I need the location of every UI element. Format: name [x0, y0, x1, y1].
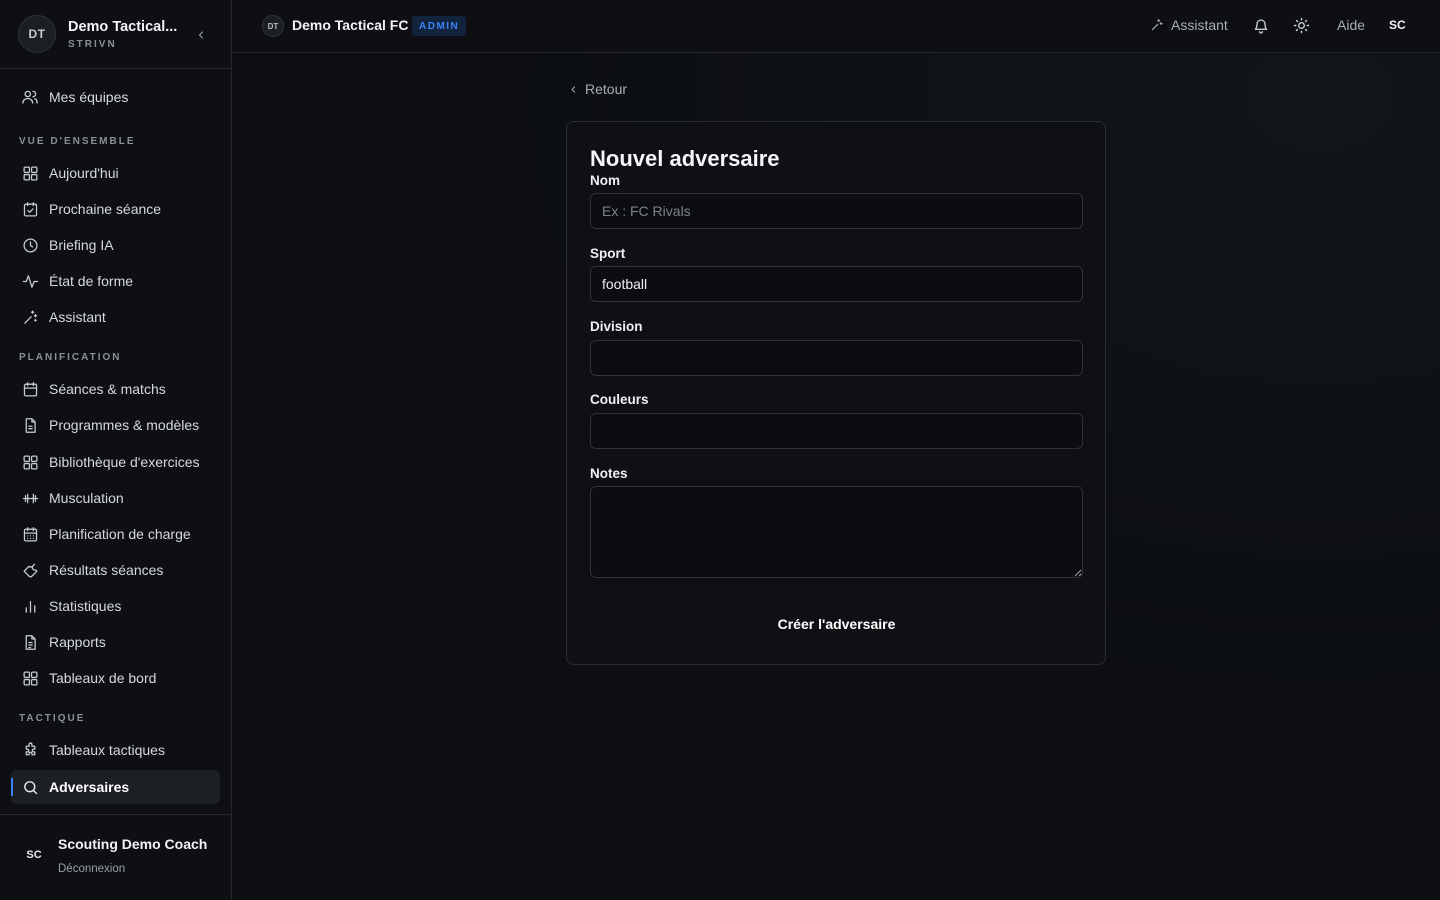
sidebar-item-rapports[interactable]: Rapports: [11, 625, 220, 659]
form-title: Nouvel adversaire: [590, 146, 780, 171]
colors-label: Couleurs: [590, 392, 649, 407]
sidebar-item-adversaires[interactable]: Adversaires: [11, 770, 220, 804]
sidebar-item-resultats-seances[interactable]: Résultats séances: [11, 553, 220, 587]
sidebar-item-label: Musculation: [49, 490, 124, 506]
user-avatar[interactable]: SC: [22, 845, 46, 865]
wrench-icon: [21, 561, 39, 579]
sidebar-item-label: Prochaine séance: [49, 201, 162, 217]
topbar: DT Demo Tactical FC ADMIN Assistant Aide…: [232, 0, 1440, 53]
sidebar-item-label: Bibliothèque d'exercices: [49, 454, 200, 470]
sidebar-item-musculation[interactable]: Musculation: [11, 481, 220, 515]
section-label-tactique: TACTIQUE: [19, 713, 86, 724]
sidebar-item-statistiques[interactable]: Statistiques: [11, 589, 220, 623]
sidebar-item-briefing-ia[interactable]: Briefing IA: [11, 228, 220, 262]
activity-icon: [21, 272, 39, 290]
calendar-icon: [21, 380, 39, 398]
team-avatar: DT: [262, 15, 284, 37]
puzzle-icon: [21, 741, 39, 759]
calendar-check-icon: [21, 200, 39, 218]
sidebar: DT Demo Tactical... STRIVN Mes équipes V…: [0, 0, 232, 900]
division-label: Division: [590, 319, 643, 334]
notes-label: Notes: [590, 466, 628, 481]
sidebar-item-label: Adversaires: [49, 779, 130, 795]
user-menu[interactable]: SC: [1389, 18, 1406, 32]
calendar-grid-icon: [21, 525, 39, 543]
assistant-label: Assistant: [1171, 17, 1228, 33]
chevron-left-icon[interactable]: [193, 27, 209, 43]
sidebar-item-label: Résultats séances: [49, 562, 164, 578]
grid-icon: [21, 164, 39, 182]
logout-link[interactable]: Déconnexion: [58, 863, 125, 875]
org-subtitle: STRIVN: [68, 38, 117, 50]
users-icon: [21, 88, 39, 106]
name-input[interactable]: [590, 193, 1083, 229]
opponent-form-card: Nouvel adversaire Nom Sport Division Cou…: [566, 121, 1106, 665]
sidebar-item-mes-equipes[interactable]: Mes équipes: [11, 80, 220, 114]
org-name: Demo Tactical...: [68, 18, 178, 35]
sidebar-item-tableaux-tactiques[interactable]: Tableaux tactiques: [11, 733, 220, 767]
org-switcher[interactable]: DT Demo Tactical... STRIVN: [0, 0, 231, 69]
sidebar-item-label: Aujourd'hui: [49, 165, 119, 181]
division-input[interactable]: [590, 340, 1083, 376]
sparkles-icon: [1150, 18, 1164, 32]
sidebar-item-label: Tableaux de bord: [49, 670, 157, 686]
sidebar-item-label: Programmes & modèles: [49, 417, 200, 433]
sidebar-item-etat-de-forme[interactable]: État de forme: [11, 264, 220, 298]
sidebar-item-label: Planification de charge: [49, 526, 191, 542]
clock-icon: [21, 236, 39, 254]
main-content: Retour Nouvel adversaire Nom Sport Divis…: [232, 54, 1440, 900]
sidebar-item-label: Assistant: [49, 309, 106, 325]
sidebar-item-programmes-modeles[interactable]: Programmes & modèles: [11, 408, 220, 442]
notes-textarea[interactable]: [590, 486, 1083, 578]
user-footer: SC Scouting Demo Coach Déconnexion: [0, 814, 231, 900]
file-text-icon: [21, 633, 39, 651]
role-badge: ADMIN: [412, 16, 467, 36]
sidebar-item-label: Séances & matchs: [49, 381, 166, 397]
section-label-vue-ensemble: VUE D'ENSEMBLE: [19, 136, 136, 147]
user-name: Scouting Demo Coach: [58, 836, 208, 852]
colors-input[interactable]: [590, 413, 1083, 449]
assistant-button[interactable]: Assistant: [1150, 17, 1228, 33]
sidebar-item-bibliotheque-exercices[interactable]: Bibliothèque d'exercices: [11, 445, 220, 479]
sidebar-item-label: Rapports: [49, 634, 106, 650]
sidebar-item-label: Tableaux tactiques: [49, 742, 165, 758]
sidebar-item-prochaine-seance[interactable]: Prochaine séance: [11, 192, 220, 226]
sidebar-item-tableaux-de-bord[interactable]: Tableaux de bord: [11, 661, 220, 695]
sport-label: Sport: [590, 246, 626, 261]
sidebar-item-planification-charge[interactable]: Planification de charge: [11, 517, 220, 551]
help-link[interactable]: Aide: [1337, 17, 1365, 33]
section-label-planification: PLANIFICATION: [19, 352, 122, 363]
sidebar-item-label: Statistiques: [49, 598, 122, 614]
sidebar-item-label: Briefing IA: [49, 237, 114, 253]
sparkles-icon: [21, 308, 39, 326]
sidebar-item-label: Mes équipes: [49, 89, 129, 105]
sidebar-item-label: État de forme: [49, 273, 134, 289]
back-label: Retour: [585, 81, 628, 97]
org-avatar: DT: [18, 15, 56, 53]
sidebar-item-assistant[interactable]: Assistant: [11, 300, 220, 334]
dumbbell-icon: [21, 489, 39, 507]
file-icon: [21, 416, 39, 434]
bell-icon[interactable]: [1252, 17, 1270, 35]
name-label: Nom: [590, 173, 620, 188]
bar-chart-icon: [21, 597, 39, 615]
search-icon: [21, 778, 39, 796]
team-name[interactable]: Demo Tactical FC: [292, 17, 408, 33]
create-opponent-button[interactable]: Créer l'adversaire: [590, 607, 1083, 641]
sidebar-item-aujourdhui[interactable]: Aujourd'hui: [11, 156, 220, 190]
chevron-left-icon: [569, 84, 578, 95]
grid-icon: [21, 453, 39, 471]
sidebar-item-seances-matchs[interactable]: Séances & matchs: [11, 372, 220, 406]
back-link[interactable]: Retour: [569, 81, 627, 97]
sun-icon[interactable]: [1292, 16, 1310, 34]
grid-icon: [21, 669, 39, 687]
sport-input[interactable]: [590, 266, 1083, 302]
